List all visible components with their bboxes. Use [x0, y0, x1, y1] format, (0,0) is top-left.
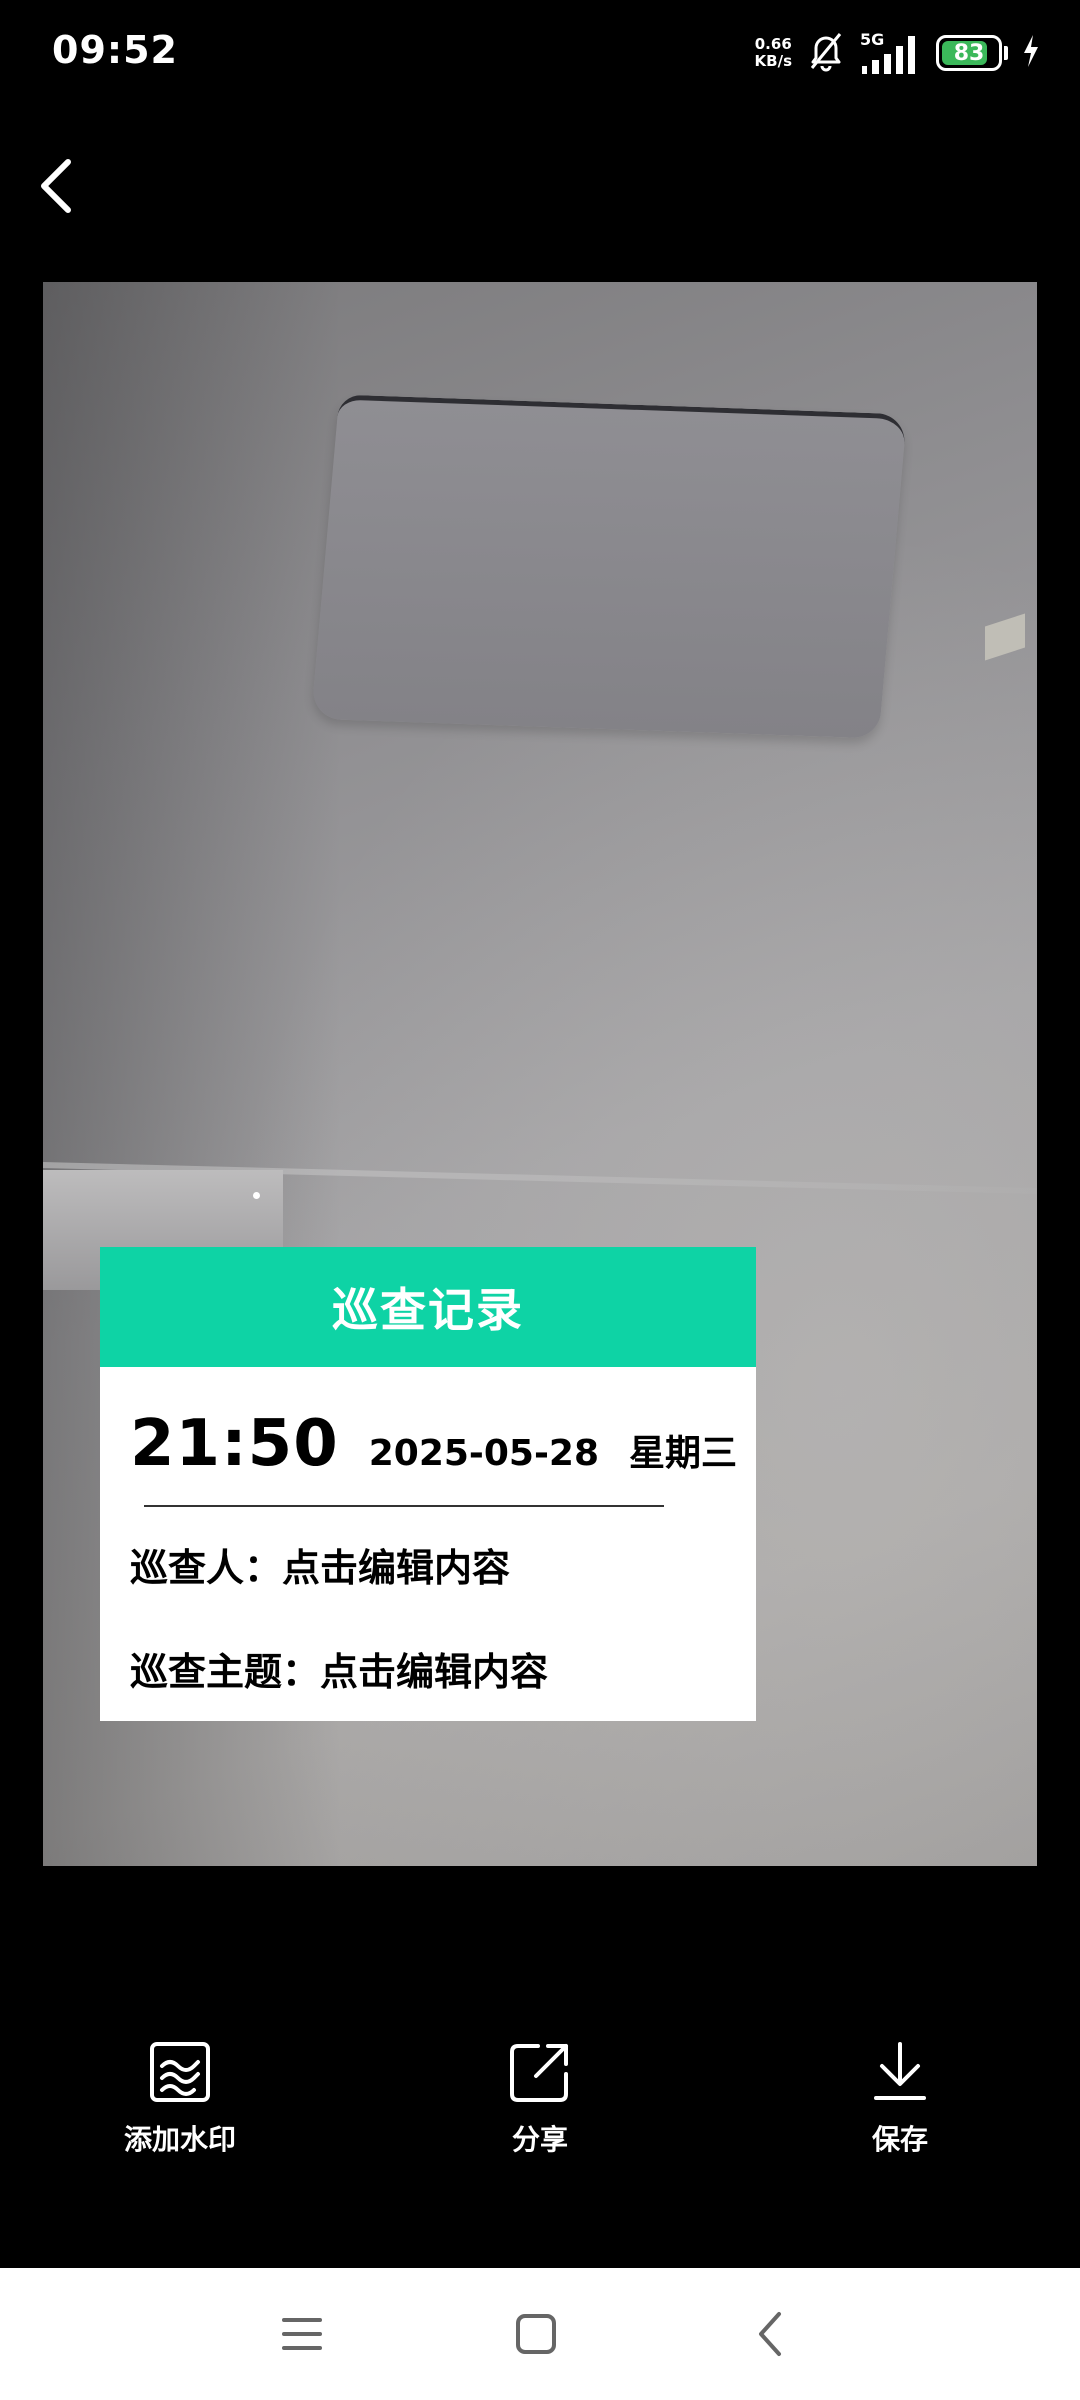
back-button[interactable] [26, 150, 86, 222]
network-type: 5G [860, 30, 885, 49]
navigation-bar [0, 2268, 1080, 2400]
signal-icon: 5G [860, 30, 922, 74]
topic-row[interactable]: 巡查主题：点击编辑内容 [130, 1641, 548, 1696]
topic-value[interactable]: 点击编辑内容 [320, 1650, 548, 1694]
watermark-icon [150, 2042, 210, 2102]
home-button[interactable] [496, 2294, 576, 2374]
action-bar: 添加水印 分享 保存 [0, 2040, 1080, 2180]
battery-tip [1004, 46, 1008, 60]
system-back-button[interactable] [730, 2294, 810, 2374]
watermark-card[interactable]: 巡查记录 21:50 2025-05-28 星期三 巡查人：点击编辑内容 巡查主… [100, 1247, 756, 1721]
status-icons: 0.66 KB/s 5G 83 [755, 30, 1040, 76]
topic-label: 巡查主题： [130, 1650, 321, 1694]
add-watermark-label: 添加水印 [123, 2123, 236, 2156]
watermark-weekday: 星期三 [629, 1433, 738, 1474]
battery-icon: 83 [936, 35, 1008, 71]
battery-level: 83 [953, 40, 985, 66]
inspector-label: 巡查人： [130, 1546, 283, 1590]
recent-apps-button[interactable] [262, 2294, 342, 2374]
share-button[interactable]: 分享 [440, 2040, 640, 2158]
watermark-divider [144, 1505, 664, 1507]
watermark-date: 2025-05-28 [368, 1433, 599, 1474]
status-bar: 09:52 0.66 KB/s 5G 83 [0, 0, 1080, 104]
charging-icon [1022, 33, 1040, 73]
watermark-title: 巡查记录 [100, 1247, 756, 1367]
watermark-datetime: 21:50 2025-05-28 星期三 [130, 1407, 737, 1481]
share-icon [510, 2044, 568, 2102]
add-watermark-button[interactable]: 添加水印 [80, 2040, 280, 2158]
network-speed-unit: KB/s [754, 52, 792, 70]
network-speed: 0.66 KB/s [755, 36, 792, 70]
inspector-value[interactable]: 点击编辑内容 [282, 1546, 510, 1590]
network-speed-value: 0.66 [754, 35, 792, 53]
watermark-time: 21:50 [130, 1407, 339, 1481]
share-label: 分享 [511, 2123, 568, 2156]
mute-bell-icon [806, 30, 846, 76]
home-icon [516, 2314, 556, 2354]
inspector-row[interactable]: 巡查人：点击编辑内容 [130, 1537, 510, 1592]
air-conditioner-light [253, 1192, 260, 1199]
ceiling-lamp [310, 394, 908, 739]
save-label: 保存 [871, 2123, 928, 2156]
screen: 09:52 0.66 KB/s 5G 83 巡查记录 21:50 2025-05… [0, 0, 1080, 2400]
battery-body: 83 [936, 35, 1002, 71]
save-button[interactable]: 保存 [800, 2040, 1000, 2158]
back-icon [759, 2312, 781, 2356]
chevron-left-icon [41, 159, 71, 213]
menu-icon [282, 2318, 322, 2350]
status-time: 09:52 [52, 28, 178, 72]
download-icon [874, 2042, 926, 2100]
